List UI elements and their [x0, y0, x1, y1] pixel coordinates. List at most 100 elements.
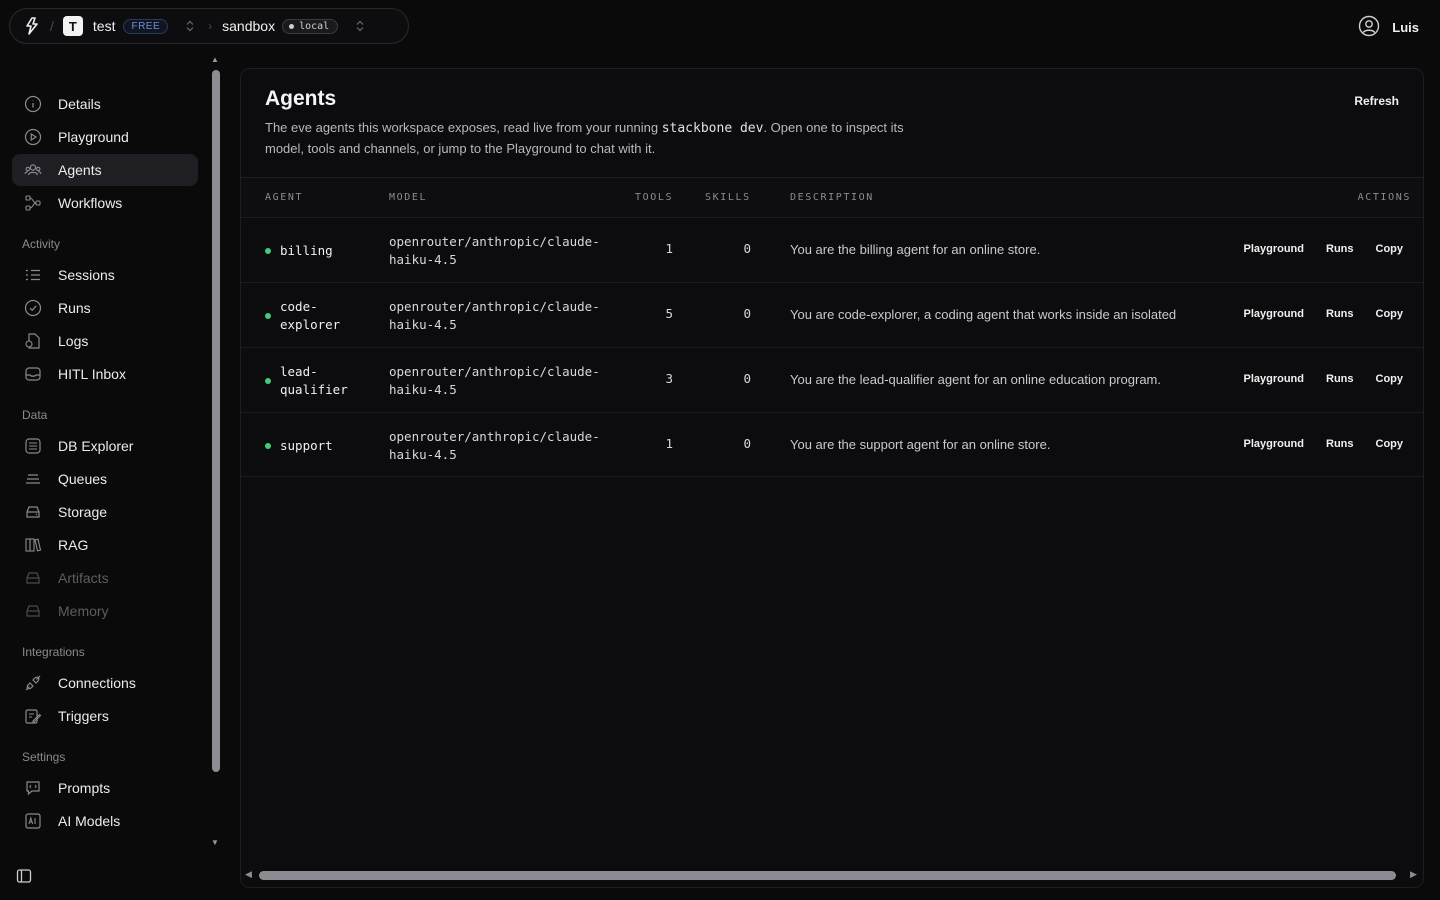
agent-name[interactable]: billing — [280, 242, 360, 260]
sidebar-item-label: Storage — [58, 504, 108, 520]
sidebar-item-prompts[interactable]: Prompts — [12, 772, 198, 804]
workspace-avatar[interactable]: T — [62, 16, 83, 36]
description-cell: You are code-explorer, a coding agent th… — [790, 307, 1177, 322]
sidebar-item-connections[interactable]: Connections — [12, 667, 198, 699]
check-circle-icon — [24, 299, 42, 317]
sidebar-item-triggers[interactable]: Triggers — [12, 700, 198, 732]
sidebar-item-label: Queues — [58, 471, 108, 487]
table-row[interactable]: code- explorer openrouter/anthropic/clau… — [241, 282, 1423, 348]
status-dot-icon — [265, 377, 271, 384]
environment-name[interactable]: sandbox — [222, 18, 275, 34]
sidebar-item-ai-models[interactable]: AI Models — [12, 805, 198, 837]
sidebar-item-memory[interactable]: Memory — [12, 595, 198, 627]
sidebar-item-details[interactable]: Details — [12, 88, 198, 120]
user-menu[interactable]: Luis — [1358, 15, 1419, 40]
sidebar-item-hitl-inbox[interactable]: HITL Inbox — [12, 358, 198, 390]
column-header-tools: TOOLS — [635, 192, 674, 203]
description-text: The eve agents this workspace exposes, r… — [265, 120, 662, 135]
plug-icon — [24, 674, 42, 692]
sidebar-item-label: Details — [58, 96, 101, 112]
agent-name[interactable]: code- explorer — [280, 298, 360, 334]
runs-button[interactable]: Runs — [1326, 308, 1354, 320]
agent-cell: lead- qualifier — [265, 348, 360, 413]
horizontal-scrollbar-thumb[interactable] — [259, 871, 1396, 880]
sidebar-item-runs[interactable]: Runs — [12, 292, 198, 324]
column-header-actions: ACTIONS — [1357, 192, 1411, 203]
sidebar-item-queues[interactable]: Queues — [12, 463, 198, 495]
description-cell: You are the support agent for an online … — [790, 437, 1051, 452]
sidebar-item-label: Sessions — [58, 267, 115, 283]
sidebar-item-label: Connections — [58, 675, 136, 691]
scroll-right-arrow-icon[interactable]: ▶ — [1410, 869, 1417, 880]
prompt-icon — [24, 779, 42, 797]
runs-button[interactable]: Runs — [1326, 438, 1354, 450]
agent-name[interactable]: support — [280, 437, 360, 455]
description-cell: You are the billing agent for an online … — [790, 242, 1041, 257]
runs-button[interactable]: Runs — [1326, 243, 1354, 255]
table-row[interactable]: billing openrouter/anthropic/claude- hai… — [241, 217, 1423, 283]
playground-button[interactable]: Playground — [1243, 373, 1304, 385]
skills-count: 0 — [743, 436, 751, 451]
sidebar-item-workflows[interactable]: Workflows — [12, 187, 198, 219]
skills-count: 0 — [743, 241, 751, 256]
environment-chevron-updown-icon[interactable] — [356, 20, 364, 32]
column-header-description: DESCRIPTION — [790, 192, 874, 203]
model-cell: openrouter/anthropic/claude- haiku-4.5 — [389, 363, 600, 397]
sidebar-item-label: Agents — [58, 162, 102, 178]
sidebar-section-integrations: Integrations — [22, 645, 85, 659]
copy-button[interactable]: Copy — [1376, 243, 1404, 255]
sidebar-toggle-icon[interactable] — [16, 868, 32, 884]
agents-panel: Agents The eve agents this workspace exp… — [240, 68, 1424, 888]
stackbone-logo-icon[interactable] — [22, 16, 42, 36]
tools-count: 1 — [665, 241, 673, 256]
playground-button[interactable]: Playground — [1243, 243, 1304, 255]
sidebar-item-playground[interactable]: Playground — [12, 121, 198, 153]
copy-button[interactable]: Copy — [1376, 373, 1404, 385]
table-header: AGENT MODEL TOOLS SKILLS DESCRIPTION ACT… — [241, 177, 1423, 217]
sidebar-item-artifacts[interactable]: Artifacts — [12, 562, 198, 594]
agent-name[interactable]: lead- qualifier — [280, 363, 360, 399]
list-icon — [24, 266, 42, 284]
sidebar-item-label: Prompts — [58, 780, 111, 796]
table-row[interactable]: lead- qualifier openrouter/anthropic/cla… — [241, 347, 1423, 413]
queue-icon — [24, 470, 42, 488]
playground-button[interactable]: Playground — [1243, 438, 1304, 450]
scroll-down-arrow-icon[interactable]: ▼ — [211, 838, 219, 847]
sidebar-scrollbar-thumb[interactable] — [212, 70, 220, 772]
books-icon — [24, 536, 42, 554]
copy-button[interactable]: Copy — [1376, 438, 1404, 450]
sidebar-item-logs[interactable]: Logs — [12, 325, 198, 357]
logs-icon — [24, 332, 42, 350]
sidebar-item-rag[interactable]: RAG — [12, 529, 198, 561]
agent-cell: billing — [265, 218, 360, 283]
sidebar-item-sessions[interactable]: Sessions — [12, 259, 198, 291]
column-header-model: MODEL — [389, 192, 428, 203]
sidebar-item-label: Artifacts — [58, 570, 109, 586]
environment-badge-label: local — [299, 20, 330, 32]
sidebar-section-data: Data — [22, 408, 48, 422]
agent-cell: code- explorer — [265, 283, 360, 348]
plan-badge: FREE — [123, 18, 169, 34]
scroll-up-arrow-icon[interactable]: ▲ — [211, 55, 219, 64]
tools-count: 5 — [665, 306, 673, 321]
runs-button[interactable]: Runs — [1326, 373, 1354, 385]
sidebar-item-storage[interactable]: Storage — [12, 496, 198, 528]
skills-count: 0 — [743, 371, 751, 386]
environment-badge: local — [282, 18, 339, 34]
inbox-icon — [24, 365, 42, 383]
sidebar-item-db-explorer[interactable]: DB Explorer — [12, 430, 198, 462]
workspace-chevron-updown-icon[interactable] — [186, 20, 194, 32]
model-cell: openrouter/anthropic/claude- haiku-4.5 — [389, 298, 600, 332]
refresh-button[interactable]: Refresh — [1354, 94, 1399, 108]
table-row[interactable]: support openrouter/anthropic/claude- hai… — [241, 412, 1423, 477]
users-icon — [24, 161, 42, 179]
sidebar-item-agents[interactable]: Agents — [12, 154, 198, 186]
scroll-left-arrow-icon[interactable]: ◀ — [245, 869, 252, 880]
copy-button[interactable]: Copy — [1376, 308, 1404, 320]
storage-icon — [24, 503, 42, 521]
sidebar-item-label: HITL Inbox — [58, 366, 126, 382]
agents-table: AGENT MODEL TOOLS SKILLS DESCRIPTION ACT… — [241, 177, 1423, 477]
playground-button[interactable]: Playground — [1243, 308, 1304, 320]
workspace-name[interactable]: test — [93, 18, 116, 34]
separator-slash: / — [50, 18, 54, 34]
